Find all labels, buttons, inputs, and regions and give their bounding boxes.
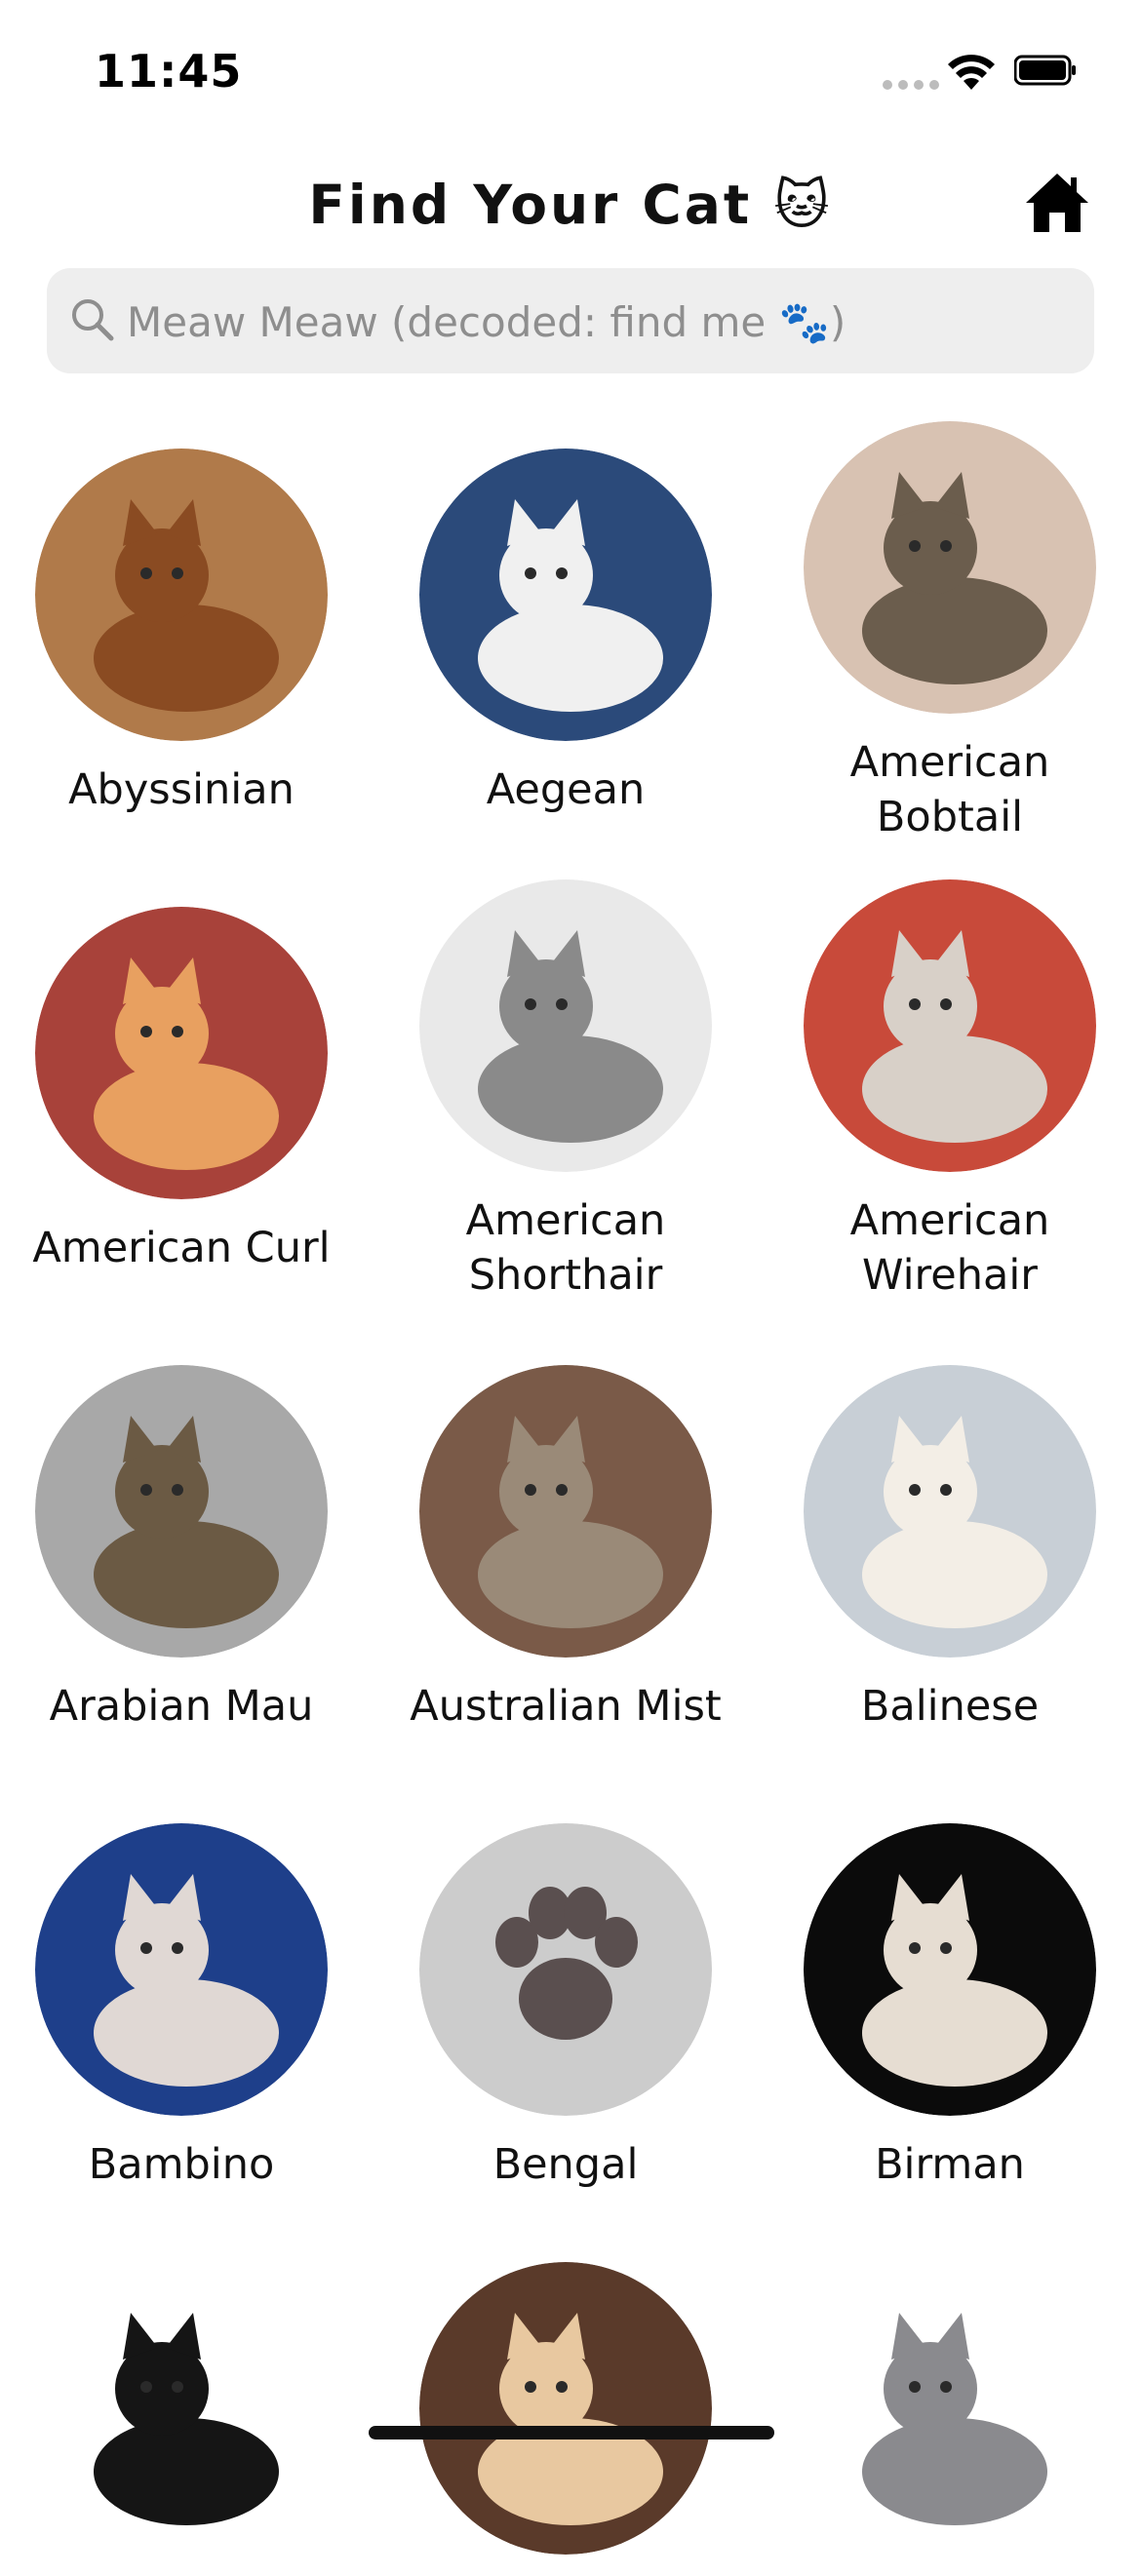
breed-grid: Abyssinian Aegean American Bobtail American… (0, 0, 1141, 2555)
cat-photo (35, 907, 328, 1199)
breed-card[interactable]: Balinese (784, 1365, 1116, 1734)
breed-name: Birman (875, 2140, 1025, 2189)
breed-name: Australian Mist (410, 1682, 722, 1731)
cat-photo (35, 449, 328, 741)
breed-card[interactable]: American Curl (16, 907, 347, 1275)
breed-card[interactable]: American Wirehair (784, 879, 1116, 1303)
breed-card[interactable]: American Shorthair (400, 879, 731, 1303)
cat-photo (804, 1823, 1096, 2116)
breed-name: American Curl (32, 1224, 331, 1272)
breed-name: Bambino (88, 2140, 275, 2189)
breed-name: Aegean (486, 765, 646, 814)
breed-name: American Bobtail (849, 738, 1050, 841)
cat-photo (419, 1365, 712, 1658)
breed-card[interactable]: Arabian Mau (16, 1365, 347, 1734)
home-indicator (369, 2426, 774, 2439)
cat-photo (804, 2262, 1096, 2555)
breed-name: American Shorthair (465, 1196, 666, 1300)
breed-card[interactable]: American Bobtail (784, 421, 1116, 844)
breed-card[interactable] (784, 2262, 1116, 2576)
breed-card[interactable]: Birman (784, 1823, 1116, 2192)
cat-photo (35, 1365, 328, 1658)
cat-photo (804, 879, 1096, 1172)
breed-card[interactable]: Australian Mist (400, 1365, 731, 1734)
breed-card[interactable] (16, 2262, 347, 2576)
cat-photo (35, 1823, 328, 2116)
breed-card[interactable]: Abyssinian (16, 449, 347, 817)
cat-photo (419, 2262, 712, 2555)
cat-photo (419, 449, 712, 741)
breed-name: Abyssinian (68, 765, 295, 814)
breed-name: Balinese (860, 1682, 1040, 1731)
breed-card[interactable]: Bengal (400, 1823, 731, 2192)
cat-photo (35, 2262, 328, 2555)
breed-card[interactable]: Bambino (16, 1823, 347, 2192)
cat-photo (419, 879, 712, 1172)
cat-photo (804, 421, 1096, 714)
breed-name: Arabian Mau (49, 1682, 314, 1731)
breed-name: Bengal (492, 2140, 639, 2189)
cat-photo (804, 1365, 1096, 1658)
paw-icon (419, 1823, 712, 2116)
breed-name: American Wirehair (849, 1196, 1050, 1300)
breed-card[interactable]: Aegean (400, 449, 731, 817)
breed-card[interactable] (400, 2262, 731, 2576)
